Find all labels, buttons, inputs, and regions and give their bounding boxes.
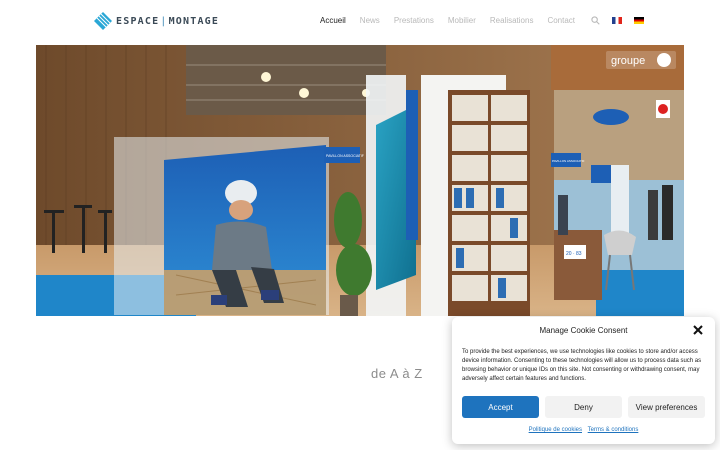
hero-sign-pavillon-right: PAVILLON ASSOCIATIF	[552, 159, 585, 163]
logo-mark-icon	[94, 12, 112, 30]
cookie-text: To provide the best experiences, we use …	[462, 349, 702, 382]
logo[interactable]: ESPACE|MONTAGE	[94, 12, 219, 30]
search-icon[interactable]	[591, 16, 600, 25]
page: ESPACE|MONTAGE Accueil News Prestations …	[0, 0, 720, 450]
flag-fr-icon[interactable]	[612, 17, 623, 24]
main-nav: Accueil News Prestations Mobilier Realis…	[320, 16, 656, 25]
hero-price-tag: 20 · 83	[566, 251, 582, 257]
terms-link[interactable]: Terms & conditions	[588, 427, 639, 433]
nav-news[interactable]: News	[360, 16, 380, 25]
nav-contact[interactable]: Contact	[547, 16, 575, 25]
nav-realisations[interactable]: Realisations	[490, 16, 534, 25]
close-icon[interactable]	[692, 324, 704, 336]
tagline: de A à Z	[371, 366, 423, 381]
hero-sign-pavillon-left: PAVILLON ASSOCIATIF	[326, 154, 364, 158]
logo-text: ESPACE|MONTAGE	[116, 15, 220, 27]
deny-button[interactable]: Deny	[545, 396, 622, 418]
accept-button[interactable]: Accept	[462, 396, 539, 418]
cookie-consent-dialog: Manage Cookie Consent To provide the bes…	[452, 317, 715, 444]
nav-accueil[interactable]: Accueil	[320, 16, 346, 25]
nav-mobilier[interactable]: Mobilier	[448, 16, 476, 25]
hero-sign-groupe: groupe	[611, 55, 645, 67]
nav-prestations[interactable]: Prestations	[394, 16, 434, 25]
cookie-policy-link[interactable]: Politique de cookies	[529, 427, 582, 433]
flag-de-icon[interactable]	[634, 17, 645, 24]
hero-illustration: groupe 20 · 83 PAVILLON ASSOCIATIF PAVIL…	[36, 45, 684, 316]
cookie-title: Manage Cookie Consent	[539, 326, 628, 335]
hero-image: groupe 20 · 83 PAVILLON ASSOCIATIF PAVIL…	[36, 45, 684, 316]
view-preferences-button[interactable]: View preferences	[628, 396, 705, 418]
site-header: ESPACE|MONTAGE Accueil News Prestations …	[0, 0, 720, 44]
cookie-links: Politique de cookies Terms & conditions	[452, 427, 715, 433]
